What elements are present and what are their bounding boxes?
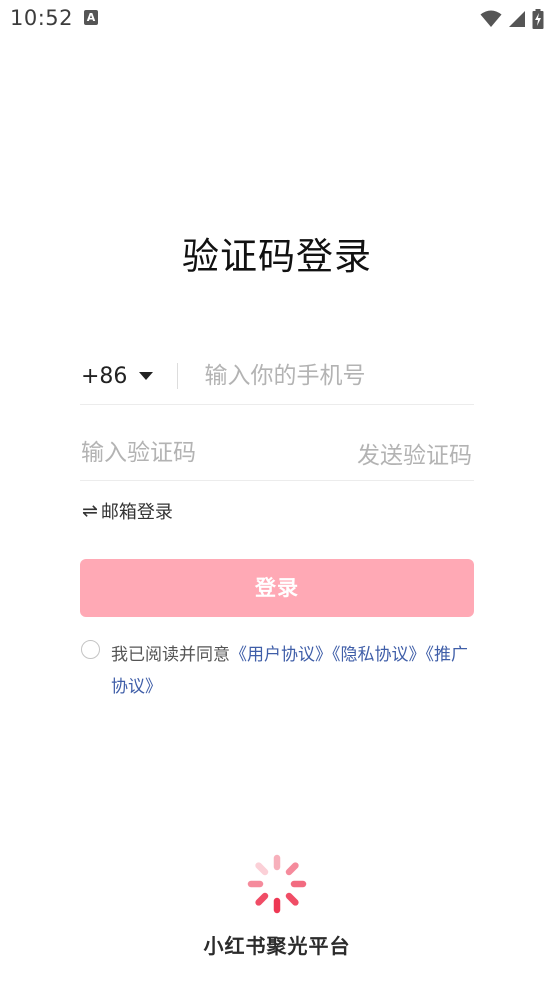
status-icons	[480, 8, 544, 30]
battery-charging-icon	[532, 9, 544, 29]
email-login-label: 邮箱登录	[100, 502, 173, 523]
agreement-checkbox[interactable]	[81, 640, 100, 659]
cellular-signal-icon	[509, 11, 525, 27]
page-title: 验证码登录	[182, 235, 372, 278]
status-time: 10:52	[10, 6, 74, 30]
privacy-agreement-link[interactable]: 《隐私协议》	[332, 645, 426, 665]
login-screen: 10:52 A 验证码登录 +86 发送验证码 ⇌ 邮	[0, 0, 554, 985]
notification-a-icon: A	[84, 10, 98, 25]
wifi-icon	[480, 10, 502, 27]
country-code-selector[interactable]: +86	[81, 364, 127, 389]
send-code-button[interactable]: 发送验证码	[357, 436, 472, 470]
agreement-prefix: 我已阅读并同意	[111, 645, 230, 665]
user-agreement-link[interactable]: 《用户协议》	[230, 645, 332, 665]
caret-down-icon[interactable]	[139, 372, 154, 380]
brand-logo-icon	[247, 854, 307, 914]
login-button[interactable]: 登录	[80, 559, 474, 617]
field-divider	[177, 363, 179, 389]
switch-arrows-icon: ⇌	[82, 500, 98, 522]
status-bar: 10:52 A	[0, 0, 554, 40]
phone-row: +86	[80, 348, 474, 405]
brand-name: 小红书聚光平台	[203, 934, 351, 958]
agreement-text: 我已阅读并同意《用户协议》《隐私协议》《推广协议》	[111, 639, 471, 703]
verification-code-input[interactable]	[81, 439, 281, 466]
email-login-link[interactable]: ⇌ 邮箱登录	[82, 498, 173, 524]
phone-number-input[interactable]	[204, 363, 465, 389]
code-row: 发送验证码	[80, 425, 474, 481]
